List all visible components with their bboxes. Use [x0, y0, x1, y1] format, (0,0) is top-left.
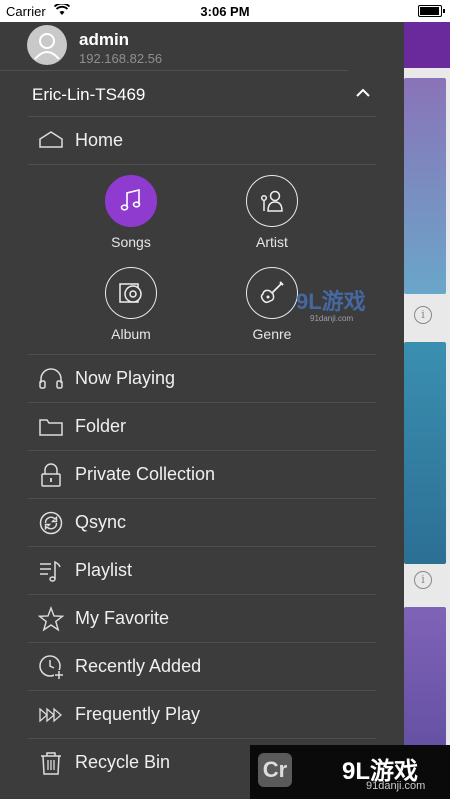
category-label: Genre: [252, 326, 292, 342]
menu-item-folder[interactable]: Folder: [28, 403, 376, 450]
chevron-up-icon[interactable]: [354, 86, 372, 100]
menu-item-label: Now Playing: [75, 368, 176, 388]
menu-item-now-playing[interactable]: Now Playing: [28, 355, 376, 402]
menu-item-label: Folder: [75, 416, 127, 436]
avatar: [27, 25, 67, 65]
divider: [0, 70, 348, 71]
category-album[interactable]: Album: [91, 267, 171, 342]
menu-item-label: Private Collection: [75, 464, 216, 484]
menu-item-label: Home: [75, 130, 124, 150]
info-icon: i: [414, 571, 432, 589]
guitar-icon: [246, 267, 298, 319]
background-header: [404, 22, 450, 68]
background-card: [404, 78, 446, 294]
artist-icon: [246, 175, 298, 227]
menu-item-label: Qsync: [75, 512, 127, 532]
status-time: 3:06 PM: [200, 4, 250, 19]
folder-icon: [38, 414, 64, 440]
music-note-icon: [105, 175, 157, 227]
category-label: Songs: [111, 234, 151, 250]
menu-item-private-collection[interactable]: Private Collection: [28, 451, 376, 498]
headphones-icon: [38, 366, 64, 392]
watermark-logo: Cr: [258, 753, 292, 787]
category-label: Artist: [256, 234, 288, 250]
lock-icon: [38, 462, 64, 488]
server-name[interactable]: Eric-Lin-TS469: [32, 85, 145, 105]
menu-item-frequently-play[interactable]: Frequently Play: [28, 691, 376, 738]
user-name: admin: [79, 30, 130, 49]
menu-item-label: Frequently Play: [75, 704, 201, 724]
playlist-icon: [38, 558, 64, 584]
menu-item-label: My Favorite: [75, 608, 170, 628]
album-icon: [105, 267, 157, 319]
menu-item-playlist[interactable]: Playlist: [28, 547, 376, 594]
home-icon: [38, 128, 64, 154]
category-artist[interactable]: Artist: [232, 175, 312, 250]
clock-plus-icon: [38, 654, 64, 680]
watermark-url: 91danji.com: [366, 780, 426, 792]
menu-item-label: Playlist: [75, 560, 133, 580]
info-icon: i: [414, 306, 432, 324]
background-content: i i: [404, 22, 450, 799]
watermark-url: 91danji.com: [310, 314, 354, 323]
category-label: Album: [111, 326, 151, 342]
status-bar: Carrier 3:06 PM: [0, 0, 450, 22]
menu-item-label: Recycle Bin: [75, 752, 171, 772]
trash-icon: [38, 750, 64, 776]
background-card: [404, 342, 446, 564]
battery-icon: [418, 5, 445, 17]
watermark-text: 9L游戏: [296, 289, 366, 314]
menu-item-qsync[interactable]: Qsync: [28, 499, 376, 546]
navigation-drawer: admin 192.168.82.56 Eric-Lin-TS469 Home …: [0, 22, 404, 799]
menu-item-my-favorite[interactable]: My Favorite: [28, 595, 376, 642]
menu-item-label: Recently Added: [75, 656, 202, 676]
category-songs[interactable]: Songs: [91, 175, 171, 250]
menu-item-recently-added[interactable]: Recently Added: [28, 643, 376, 690]
menu-item-home[interactable]: Home: [28, 117, 376, 164]
user-header[interactable]: admin 192.168.82.56: [0, 22, 404, 70]
watermark-corner: Cr 9L游戏 91danji.com: [250, 745, 450, 799]
watermark: 9L游戏 91danji.com: [296, 284, 366, 323]
divider: [28, 164, 376, 165]
sync-icon: [38, 510, 64, 536]
star-icon: [37, 606, 65, 632]
fast-forward-icon: [38, 702, 64, 728]
user-ip: 192.168.82.56: [79, 51, 163, 66]
